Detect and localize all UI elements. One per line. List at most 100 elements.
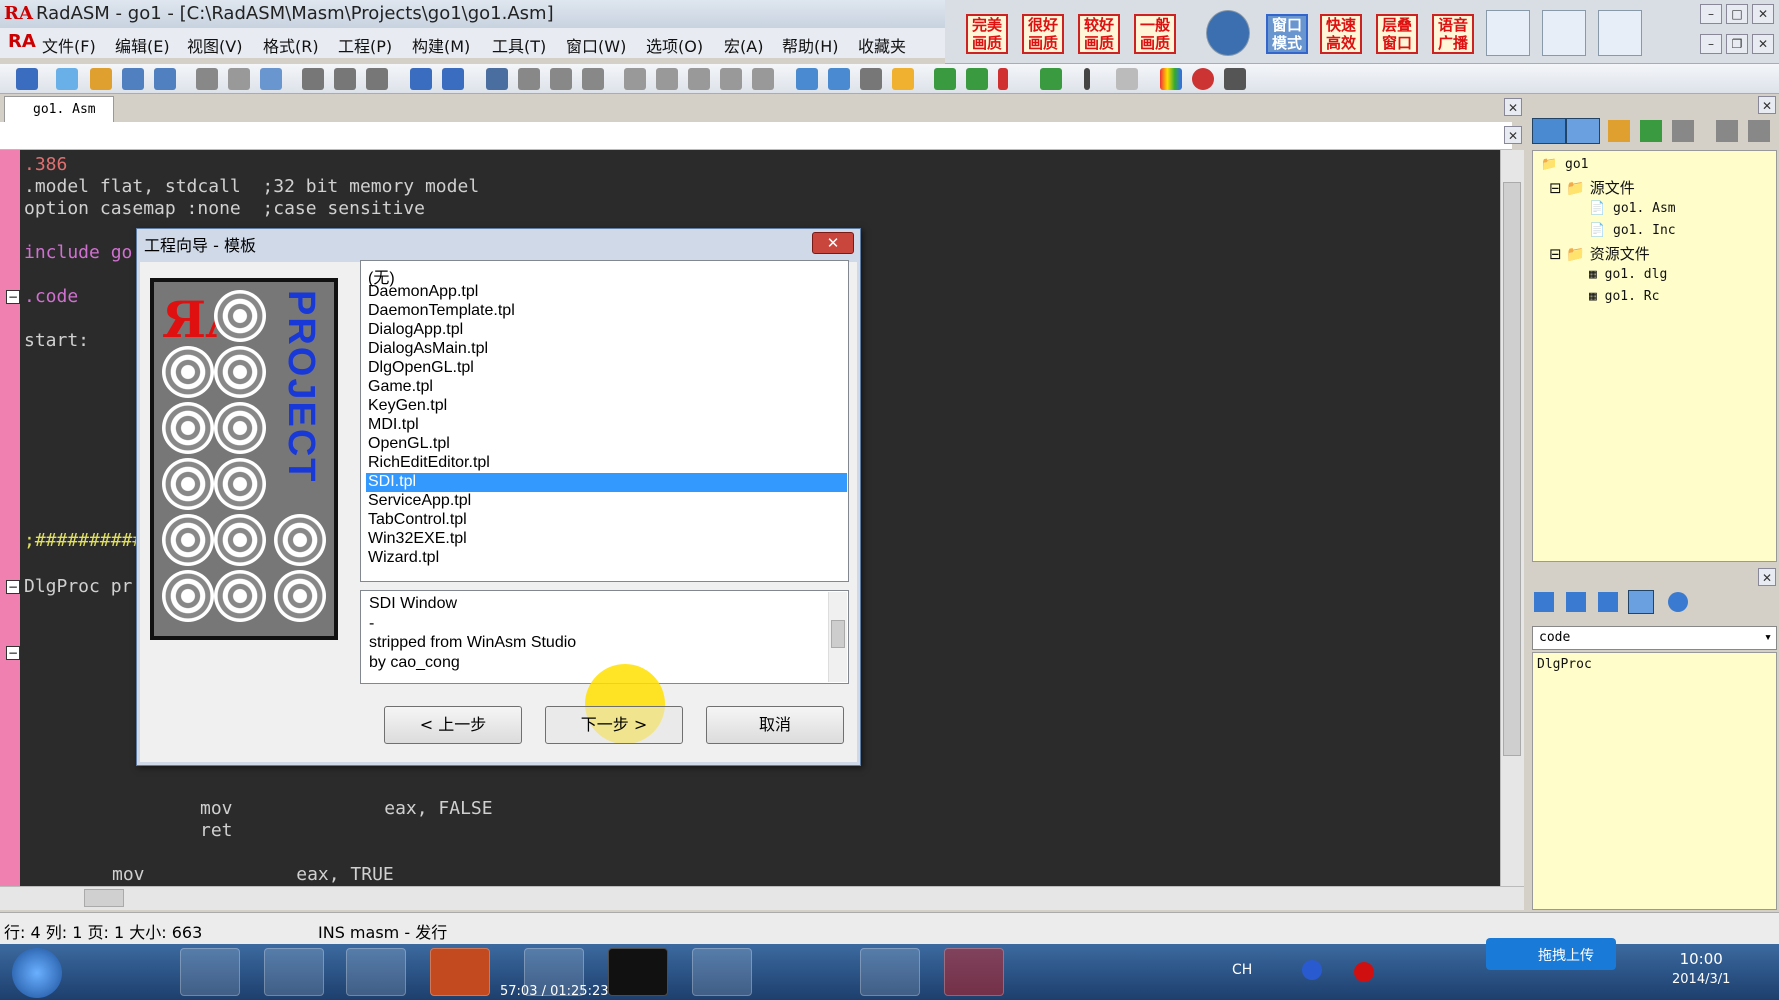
clock[interactable]: 10:00 2014/3/1 [1672, 950, 1730, 987]
list-item[interactable]: DaemonApp.tpl [366, 283, 847, 302]
print-icon[interactable] [16, 68, 38, 90]
swap-icon[interactable] [1542, 10, 1586, 56]
list-item[interactable]: DaemonTemplate.tpl [366, 302, 847, 321]
list-item[interactable]: TabControl.tpl [366, 511, 847, 530]
list-item[interactable]: DlgProc [1537, 657, 1592, 672]
view-icon[interactable] [796, 68, 818, 90]
list-item[interactable]: ServiceApp.tpl [366, 492, 847, 511]
cascade-window-button[interactable]: 层叠窗口 [1376, 14, 1418, 54]
list-item[interactable]: Game.tpl [366, 378, 847, 397]
text-cursor-icon[interactable] [1084, 68, 1090, 90]
doc-restore-icon[interactable]: ❐ [1726, 34, 1748, 54]
page-icon[interactable] [1116, 68, 1138, 90]
quality-very-good-button[interactable]: 很好画质 [1022, 14, 1064, 54]
zoom-icon[interactable] [1224, 68, 1246, 90]
list-item[interactable]: (无) [366, 264, 847, 287]
props-close-icon[interactable]: ✕ [1758, 568, 1776, 586]
tab-go1-asm[interactable]: go1. Asm [4, 96, 114, 122]
tree-item-go1-asm[interactable]: 📄 go1. Asm [1589, 201, 1676, 216]
list-item[interactable]: KeyGen.tpl [366, 397, 847, 416]
fold-icon[interactable]: − [6, 646, 20, 660]
voice-broadcast-button[interactable]: 语音广播 [1432, 14, 1474, 54]
menu-format[interactable]: 格式(R) [263, 33, 319, 57]
props-icon[interactable] [1566, 592, 1586, 612]
maximize-icon[interactable]: □ [1726, 4, 1748, 24]
palette-icon[interactable] [1192, 68, 1214, 90]
editor-horizontal-scrollbar[interactable] [0, 886, 1524, 910]
file-view-icon[interactable] [1532, 118, 1566, 144]
code-combo[interactable]: code ▾ [1532, 626, 1777, 650]
description-scrollbar[interactable] [828, 592, 847, 682]
build-icon[interactable] [966, 68, 988, 90]
back-button[interactable]: < 上一步 [384, 706, 522, 744]
undo-icon[interactable] [302, 68, 324, 90]
add-file-icon[interactable] [1640, 120, 1662, 142]
settings-icon[interactable] [1748, 120, 1770, 142]
star-icon[interactable] [892, 68, 914, 90]
open-file-icon[interactable] [90, 68, 112, 90]
menu-macro[interactable]: 宏(A) [724, 33, 763, 57]
paste-icon[interactable] [260, 68, 282, 90]
compile-icon[interactable] [934, 68, 956, 90]
folder-icon[interactable] [1608, 120, 1630, 142]
outdent-icon[interactable] [688, 68, 710, 90]
color-icon[interactable] [1160, 68, 1182, 90]
dialog-close-button[interactable]: ✕ [812, 232, 854, 254]
lang-indicator[interactable]: CH [1232, 962, 1252, 978]
window-mode-button[interactable]: 窗口模式 [1266, 14, 1308, 54]
list-item-selected[interactable]: SDI.tpl [366, 473, 847, 492]
bookmark-clear-icon[interactable] [582, 68, 604, 90]
menu-help[interactable]: 帮助(H) [782, 33, 839, 57]
save-icon[interactable] [122, 68, 144, 90]
template-listbox[interactable]: (无) DaemonApp.tpl DaemonTemplate.tpl Dia… [360, 260, 849, 582]
bookmark-prev-icon[interactable] [550, 68, 572, 90]
list-item[interactable]: DlgOpenGL.tpl [366, 359, 847, 378]
scroll-thumb[interactable] [1503, 182, 1521, 756]
run-icon[interactable] [998, 68, 1008, 90]
fast-efficient-button[interactable]: 快速高效 [1320, 14, 1362, 54]
props-icon[interactable] [1598, 592, 1618, 612]
screen-icon[interactable] [1598, 10, 1642, 56]
stop-icon[interactable] [1354, 962, 1374, 982]
redo-icon[interactable] [334, 68, 356, 90]
menu-build[interactable]: 构建(M) [412, 33, 470, 57]
console-icon[interactable] [608, 948, 668, 996]
menu-view[interactable]: 视图(V) [187, 33, 242, 57]
save-all-icon[interactable] [154, 68, 176, 90]
powerpoint-icon[interactable] [430, 948, 490, 996]
list-item[interactable]: DialogAsMain.tpl [366, 340, 847, 359]
question-icon[interactable] [1302, 960, 1322, 980]
go-icon[interactable] [1040, 68, 1062, 90]
tree-root[interactable]: 📁 go1 [1541, 157, 1589, 172]
quality-perfect-button[interactable]: 完美画质 [966, 14, 1008, 54]
remove-file-icon[interactable] [1672, 120, 1694, 142]
indent-icon[interactable] [656, 68, 678, 90]
replace-icon[interactable] [442, 68, 464, 90]
ie-icon[interactable] [180, 948, 240, 996]
tab-close-icon[interactable]: ✕ [1504, 98, 1522, 116]
quality-good-button[interactable]: 较好画质 [1078, 14, 1120, 54]
panel-close-icon[interactable]: ✕ [1758, 96, 1776, 114]
close-icon[interactable]: ✕ [1752, 4, 1774, 24]
editor-close-icon[interactable]: ✕ [1504, 126, 1522, 144]
start-icon[interactable] [12, 948, 62, 998]
video-icon[interactable] [860, 948, 920, 996]
menu-tools[interactable]: 工具(T) [492, 33, 546, 57]
media-player-icon[interactable] [346, 948, 406, 996]
next-button[interactable]: 下一步 > [545, 706, 683, 744]
menu-options[interactable]: 选项(O) [646, 33, 703, 57]
doc-close-icon[interactable]: ✕ [1752, 34, 1774, 54]
block-icon[interactable] [624, 68, 646, 90]
menu-window[interactable]: 窗口(W) [566, 33, 626, 57]
bookmark-next-icon[interactable] [518, 68, 540, 90]
project-view-icon[interactable] [1566, 118, 1600, 144]
list-item[interactable]: RichEditEditor.tpl [366, 454, 847, 473]
find-icon[interactable] [410, 68, 432, 90]
project-view-icon[interactable] [828, 68, 850, 90]
pen-icon[interactable] [1486, 10, 1530, 56]
minimize-icon[interactable]: – [1700, 4, 1722, 24]
upload-widget[interactable]: 拖拽上传 [1486, 938, 1616, 970]
menu-edit[interactable]: 编辑(E) [115, 33, 170, 57]
props-icon[interactable] [1534, 592, 1554, 612]
list-item[interactable]: MDI.tpl [366, 416, 847, 435]
